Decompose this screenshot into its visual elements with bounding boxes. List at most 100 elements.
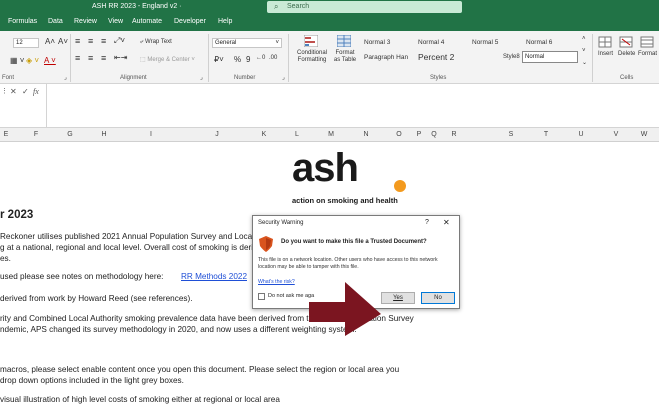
column-header[interactable]: N xyxy=(360,131,372,138)
column-header[interactable]: Q xyxy=(429,131,439,138)
style-normal-5[interactable]: Normal 5 xyxy=(472,39,498,46)
column-header[interactable]: T xyxy=(540,131,552,138)
name-box-dropdown-icon[interactable]: ⋮ xyxy=(1,87,8,95)
menu-data[interactable]: Data xyxy=(48,18,63,25)
column-header[interactable]: U xyxy=(575,131,587,138)
delete-button[interactable]: Delete xyxy=(618,51,635,57)
ribbon: 12 A˄ A˅ ▦ ˅ ◈ ˅ A ˅ Font ⌟ ≡ ≡ ≡ ⤢˅ ⤶ W… xyxy=(0,31,659,84)
number-group-label: Number xyxy=(234,75,256,81)
menu-review[interactable]: Review xyxy=(74,18,97,25)
insert-button[interactable]: Insert xyxy=(598,51,613,57)
close-button[interactable]: ✕ xyxy=(443,218,450,227)
column-header[interactable]: K xyxy=(258,131,270,138)
number-format-select[interactable]: General ˅ xyxy=(212,38,282,48)
no-button[interactable]: No xyxy=(421,292,455,304)
insert-function-icon[interactable]: fx xyxy=(33,87,39,96)
column-header[interactable]: F xyxy=(30,131,42,138)
enter-icon[interactable]: ✓ xyxy=(22,87,29,96)
format-as-table-icon xyxy=(336,34,352,48)
style-paragraph-han[interactable]: Paragraph Han xyxy=(364,54,408,61)
search-box[interactable]: ⌕ Search xyxy=(267,1,462,13)
menu-automate[interactable]: Automate xyxy=(132,18,162,25)
column-header[interactable]: R xyxy=(448,131,460,138)
rr-methods-link[interactable]: RR Methods 2022 xyxy=(181,272,247,281)
column-header[interactable]: J xyxy=(211,131,223,138)
column-header[interactable]: V xyxy=(610,131,622,138)
borders-icon[interactable]: ▦ ˅ xyxy=(10,56,24,65)
format-as-table-button[interactable]: Format as Table xyxy=(332,50,358,64)
align-middle-icon[interactable]: ≡ xyxy=(88,36,93,46)
indent-icon[interactable]: ⇤⇥ xyxy=(114,53,127,62)
style-normal-3[interactable]: Normal 3 xyxy=(364,39,390,46)
styles-scroll-up-icon[interactable]: ˄ xyxy=(582,36,586,42)
grow-font-icon[interactable]: A˄ xyxy=(45,37,55,46)
font-size-select[interactable]: 12 xyxy=(13,38,39,48)
column-header[interactable]: S xyxy=(505,131,517,138)
format-button[interactable]: Format xyxy=(638,51,657,57)
logo-tagline: action on smoking and health xyxy=(292,196,398,205)
column-header[interactable]: G xyxy=(64,131,76,138)
font-dialog-launcher-icon[interactable]: ⌟ xyxy=(64,74,67,81)
fill-color-icon[interactable]: ◈ ˅ xyxy=(26,56,39,65)
align-left-icon[interactable]: ≡ xyxy=(75,53,80,63)
formula-input[interactable] xyxy=(46,84,659,128)
align-bottom-icon[interactable]: ≡ xyxy=(101,36,106,46)
percent-style-icon[interactable]: % xyxy=(234,55,241,64)
merge-center-label: Merge & Center xyxy=(147,57,190,63)
styles-scroll-down-icon[interactable]: ˅ xyxy=(582,48,586,54)
font-color-icon[interactable]: A ˅ xyxy=(44,56,56,65)
menu-help[interactable]: Help xyxy=(218,18,232,25)
separator xyxy=(70,34,71,82)
style-normal-selected[interactable]: Normal xyxy=(522,51,578,63)
whats-the-risk-link[interactable]: What's the risk? xyxy=(258,279,295,285)
column-header[interactable]: W xyxy=(638,131,650,138)
increase-decimal-icon[interactable]: ←0 xyxy=(256,55,265,61)
column-header[interactable]: O xyxy=(393,131,405,138)
accounting-format-icon[interactable]: ₽˅ xyxy=(214,55,224,64)
styles-group-label: Styles xyxy=(430,75,447,81)
number-dialog-launcher-icon[interactable]: ⌟ xyxy=(282,74,285,81)
merge-center-button[interactable]: ⬚ Merge & Center ˅ xyxy=(140,56,195,63)
cancel-icon[interactable]: ✕ xyxy=(10,87,17,96)
shrink-font-icon[interactable]: A˅ xyxy=(58,37,68,46)
separator xyxy=(208,34,209,82)
do-not-ask-checkbox[interactable] xyxy=(258,293,265,300)
insert-cells-icon xyxy=(598,36,612,48)
style-style8[interactable]: Style8 xyxy=(503,54,520,60)
decrease-decimal-icon[interactable]: .00 xyxy=(269,55,277,61)
text-line: g at a national, regional and local leve… xyxy=(0,243,258,252)
column-header[interactable]: I xyxy=(145,131,157,138)
orientation-icon[interactable]: ⤢˅ xyxy=(114,36,125,46)
styles-more-icon[interactable]: ⌄ xyxy=(582,59,587,66)
column-header[interactable]: H xyxy=(98,131,110,138)
menu-formulas[interactable]: Formulas xyxy=(8,18,37,25)
delete-cells-icon xyxy=(619,36,633,48)
align-center-icon[interactable]: ≡ xyxy=(88,53,93,63)
align-top-icon[interactable]: ≡ xyxy=(75,36,80,46)
column-header[interactable]: M xyxy=(325,131,337,138)
logo-dot xyxy=(394,180,406,192)
number-format-value: General xyxy=(215,40,237,46)
column-header[interactable]: P xyxy=(414,131,424,138)
window-title: ASH RR 2023 - England v2 · xyxy=(92,3,182,10)
style-percent-2[interactable]: Percent 2 xyxy=(418,52,454,62)
align-right-icon[interactable]: ≡ xyxy=(101,53,106,63)
comma-style-icon[interactable]: 9 xyxy=(246,55,250,64)
format-cells-icon xyxy=(640,36,654,48)
style-normal-6[interactable]: Normal 6 xyxy=(526,39,552,46)
formula-bar: ⋮ ✕ ✓ fx xyxy=(0,84,659,128)
wrap-text-button[interactable]: ⤶ Wrap Text xyxy=(140,39,172,46)
column-header[interactable]: E xyxy=(2,131,10,138)
help-button[interactable]: ? xyxy=(425,219,429,226)
menu-view[interactable]: View xyxy=(108,18,123,25)
text-line: drop down options included in the light … xyxy=(0,376,184,385)
text-line: Reckoner utilises published 2021 Annual … xyxy=(0,232,262,241)
menu-developer[interactable]: Developer xyxy=(174,18,206,25)
conditional-formatting-button[interactable]: Conditional Formatting xyxy=(293,50,331,64)
chevron-down-icon: ˅ xyxy=(275,40,279,46)
alignment-group-label: Alignment xyxy=(120,75,147,81)
style-normal-4[interactable]: Normal 4 xyxy=(418,39,444,46)
dialog-body: This file is on a network location. Othe… xyxy=(258,257,438,270)
column-header[interactable]: L xyxy=(291,131,303,138)
alignment-dialog-launcher-icon[interactable]: ⌟ xyxy=(200,74,203,81)
